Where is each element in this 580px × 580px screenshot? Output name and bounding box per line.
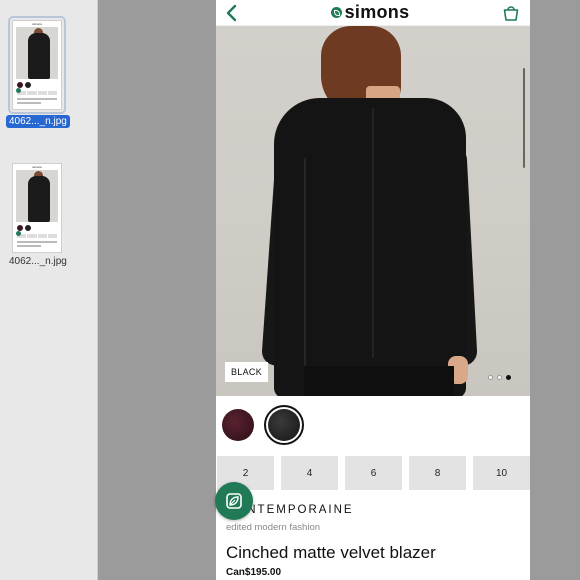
leaf-logo-icon: [330, 7, 342, 18]
carousel-dots[interactable]: [488, 375, 511, 380]
file-name-1[interactable]: 4062..._n.jpg: [6, 115, 70, 128]
product-title: Cinched matte velvet blazer: [226, 543, 436, 562]
simons-logo[interactable]: simons: [330, 2, 410, 23]
file-thumbnail-2[interactable]: simons: [12, 163, 62, 253]
color-tag: BLACK: [225, 362, 269, 382]
size-option[interactable]: 10: [473, 456, 530, 490]
product-image[interactable]: BLACK: [216, 26, 530, 396]
file-name-2[interactable]: 4062..._n.jpg: [6, 255, 70, 268]
scrollbar[interactable]: [523, 68, 525, 168]
leaf-chat-button[interactable]: [215, 482, 253, 520]
top-bar: simons: [216, 0, 530, 26]
size-option[interactable]: 4: [281, 456, 338, 490]
size-option[interactable]: 6: [345, 456, 402, 490]
size-selector: 2 4 6 8 10: [216, 456, 530, 490]
brand-tagline: edited modern fashion: [226, 522, 321, 533]
swatch-burgundy[interactable]: [218, 405, 258, 445]
product-price: Can$195.00: [226, 567, 282, 578]
file-sidebar: simons 4062..._n.jpg simons 4062..._n.jp…: [0, 0, 98, 580]
logo-wordmark: simons: [344, 2, 410, 22]
app-screen: simons BLACK 2 4 6 8 10 CONTEMPORAINE ed…: [216, 0, 530, 580]
chevron-left-icon[interactable]: [224, 4, 238, 22]
shopping-bag-icon[interactable]: [502, 4, 520, 22]
right-background: [530, 0, 580, 580]
size-option[interactable]: 8: [409, 456, 466, 490]
carousel-dot-active[interactable]: [506, 375, 511, 380]
carousel-dot[interactable]: [488, 375, 493, 380]
brand-name: CONTEMPORAINE: [226, 504, 354, 516]
swatch-black[interactable]: [264, 405, 304, 445]
color-swatches: [216, 396, 530, 456]
file-thumbnail-1[interactable]: simons: [8, 16, 66, 114]
carousel-dot[interactable]: [497, 375, 502, 380]
leaf-icon: [226, 493, 242, 509]
